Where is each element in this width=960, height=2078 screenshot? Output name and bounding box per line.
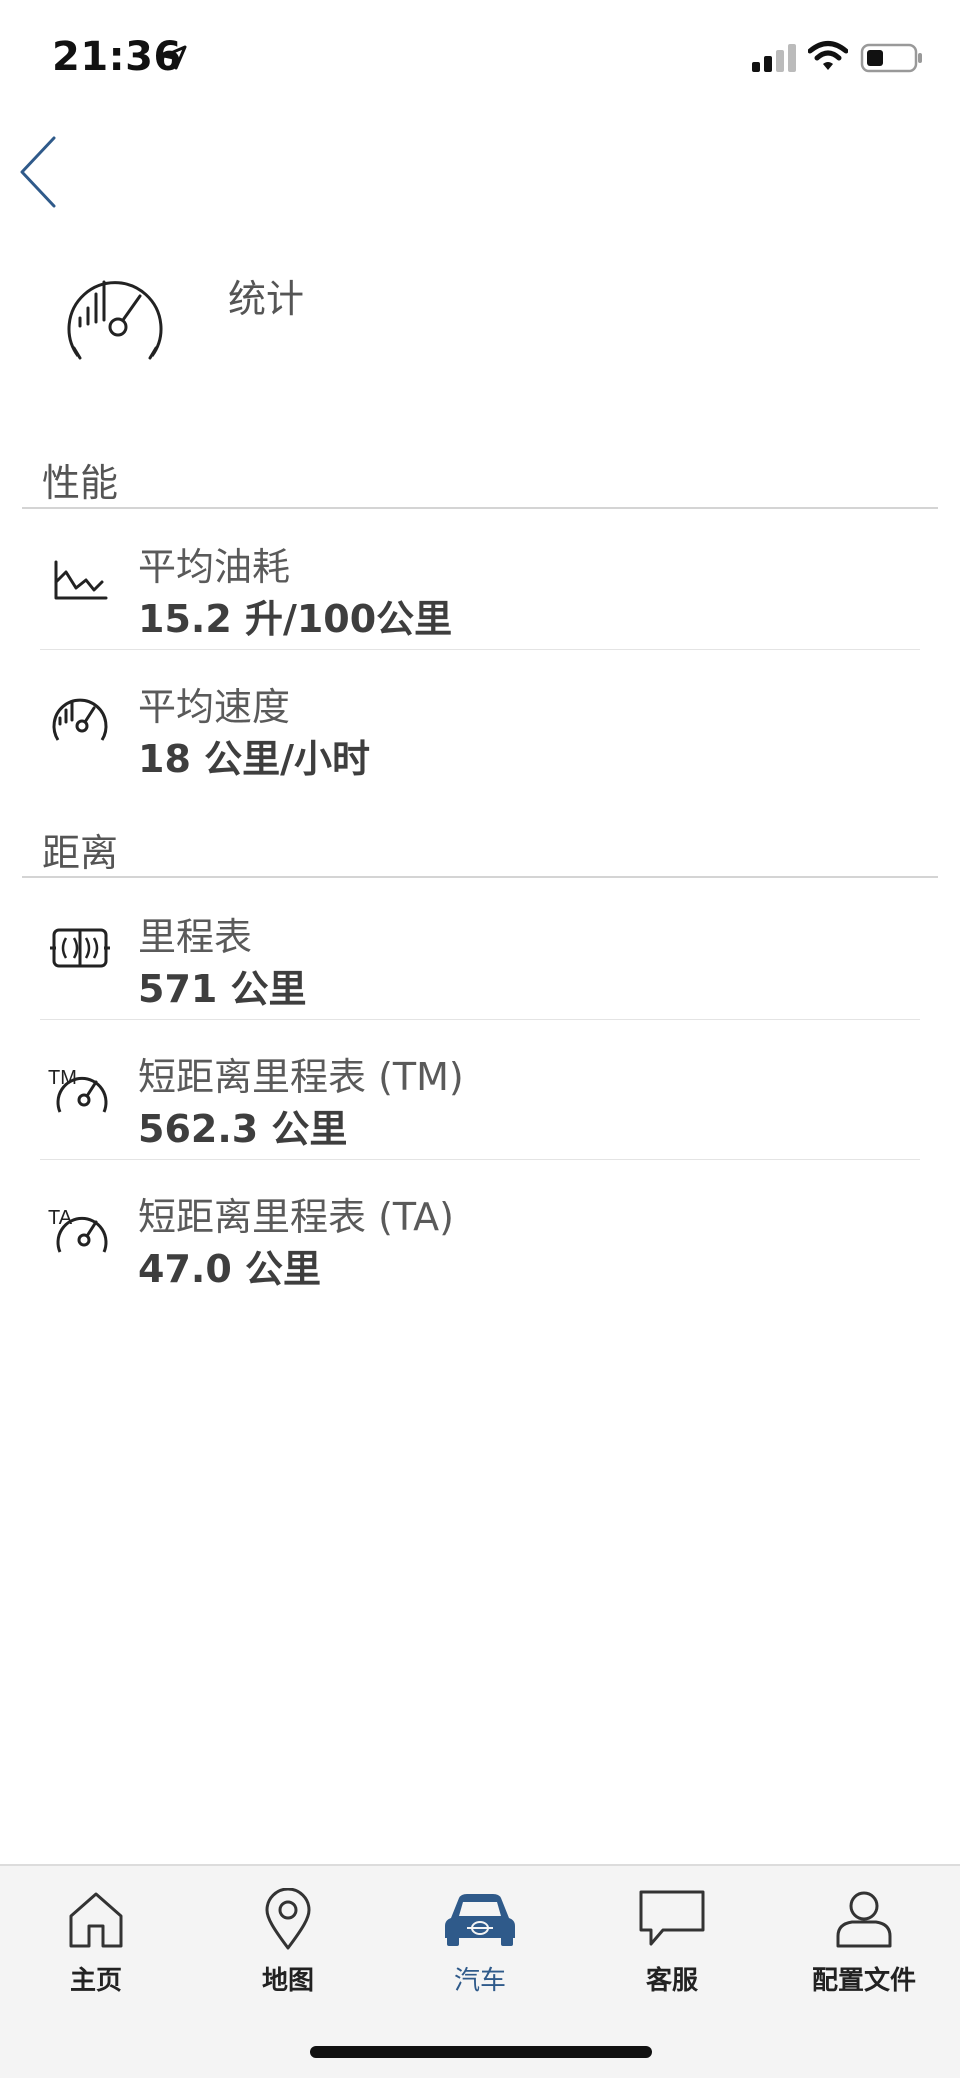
tab-label: 客服 bbox=[645, 1966, 698, 1996]
row-value: 47.0 公里 bbox=[138, 1247, 321, 1291]
list-item-average-speed[interactable]: 平均速度 18 公里/小时 bbox=[0, 650, 960, 790]
map-pin-icon bbox=[265, 1888, 311, 1950]
speedometer-icon bbox=[52, 698, 108, 741]
page-title: 统计 bbox=[228, 277, 305, 321]
tab-map[interactable]: 地图 bbox=[192, 1866, 384, 2016]
wifi-icon bbox=[808, 41, 848, 70]
row-label: 里程表 bbox=[138, 915, 253, 959]
list-item-trip-meter-tm[interactable]: TM 短距离里程表 (TM) 562.3 公里 bbox=[0, 1020, 960, 1160]
row-value: 18 公里/小时 bbox=[138, 737, 370, 781]
home-icon bbox=[69, 1892, 123, 1948]
car-icon bbox=[445, 1894, 515, 1946]
trip-meter-tm-icon: TM bbox=[48, 1067, 108, 1113]
row-label: 短距离里程表 (TA) bbox=[138, 1195, 454, 1239]
gauge-icon bbox=[67, 280, 163, 360]
fuel-chart-icon bbox=[54, 560, 108, 600]
row-label: 短距离里程表 (TM) bbox=[138, 1055, 464, 1099]
tab-home[interactable]: 主页 bbox=[0, 1866, 192, 2016]
row-value: 562.3 公里 bbox=[138, 1107, 348, 1151]
status-bar: 21:36 bbox=[0, 0, 960, 120]
row-label: 平均油耗 bbox=[138, 545, 291, 589]
tab-label: 汽车 bbox=[453, 1966, 506, 1996]
row-label: 平均速度 bbox=[138, 685, 291, 729]
battery-icon bbox=[860, 43, 922, 73]
list-item-average-fuel[interactable]: 平均油耗 15.2 升/100公里 bbox=[0, 510, 960, 650]
odometer-icon bbox=[50, 928, 110, 968]
home-indicator bbox=[310, 2046, 652, 2058]
section-divider bbox=[22, 507, 938, 509]
row-value: 15.2 升/100公里 bbox=[138, 597, 453, 641]
list-item-trip-meter-ta[interactable]: TA 短距离里程表 (TA) 47.0 公里 bbox=[0, 1160, 960, 1300]
list-item-odometer[interactable]: 里程表 571 公里 bbox=[0, 880, 960, 1020]
section-divider bbox=[22, 876, 938, 878]
trip-meter-ta-icon: TA bbox=[48, 1207, 108, 1253]
chat-bubble-icon bbox=[639, 1890, 705, 1946]
profile-icon bbox=[836, 1891, 892, 1948]
section-title-distance: 距离 bbox=[42, 831, 119, 875]
trip-badge: TM bbox=[48, 1067, 77, 1089]
row-value: 571 公里 bbox=[138, 967, 307, 1011]
location-arrow-icon bbox=[162, 45, 187, 70]
section-title-performance: 性能 bbox=[42, 461, 119, 505]
back-button[interactable] bbox=[14, 132, 70, 212]
tab-label: 主页 bbox=[69, 1966, 122, 1996]
signal-bars-icon bbox=[752, 44, 796, 72]
trip-badge: TA bbox=[48, 1207, 73, 1229]
tab-label: 地图 bbox=[261, 1966, 314, 1996]
tab-support[interactable]: 客服 bbox=[576, 1866, 768, 2016]
tab-profile[interactable]: 配置文件 bbox=[768, 1866, 960, 2016]
tab-label: 配置文件 bbox=[811, 1966, 916, 1996]
tab-car[interactable]: 汽车 bbox=[384, 1866, 576, 2016]
